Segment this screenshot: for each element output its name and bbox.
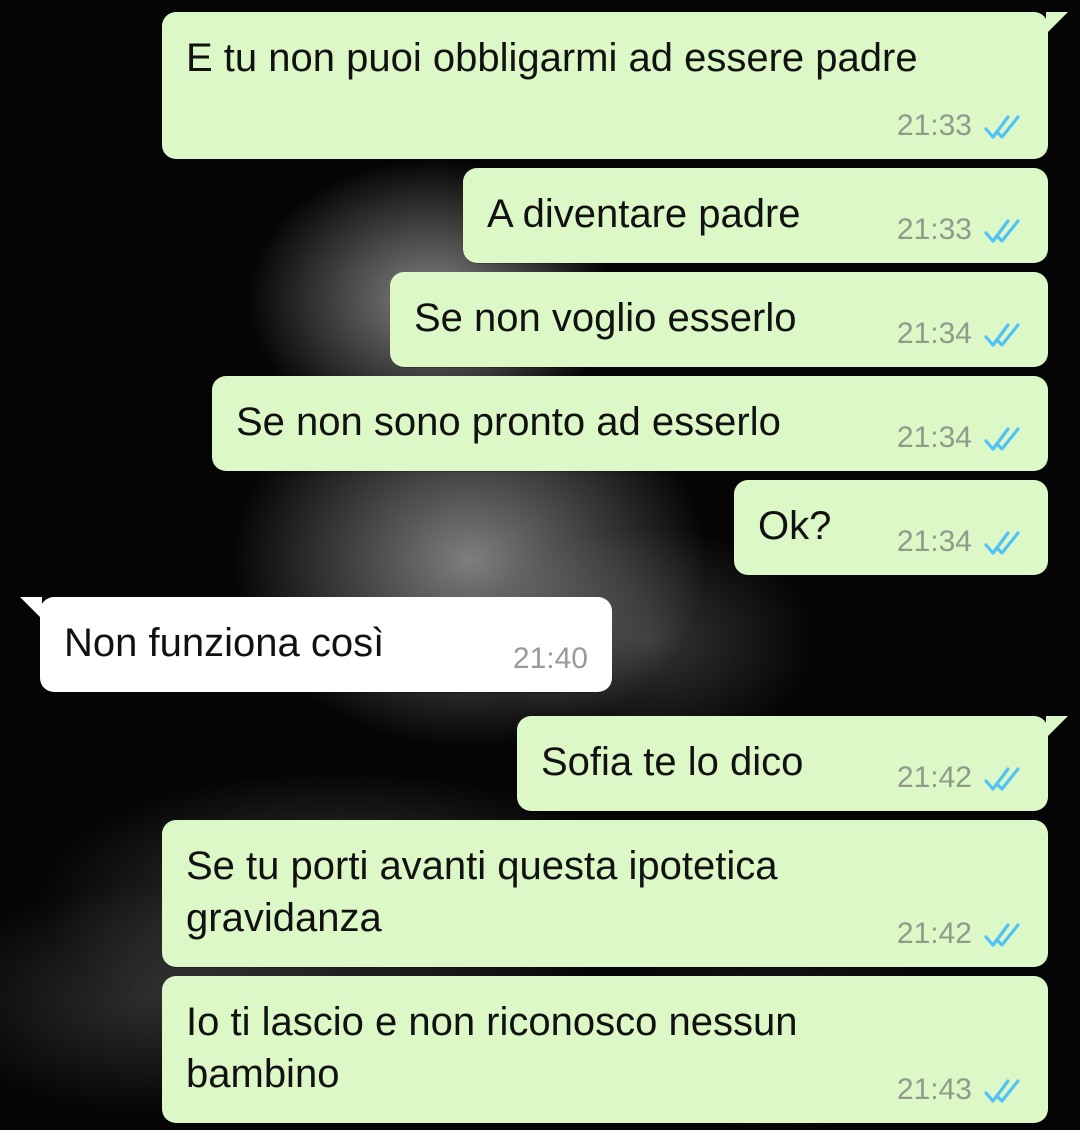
double-check-read-icon [984,321,1024,349]
outgoing-message-bubble[interactable]: E tu non puoi obbligarmi ad essere padre… [162,12,1068,159]
message-text: A diventare padre [487,192,801,236]
message-text: E tu non puoi obbligarmi ad essere padre [186,36,918,80]
outgoing-message-bubble[interactable]: Se tu porti avanti questa ipotetica grav… [162,820,1048,967]
message-time: 21:33 [896,213,972,246]
message-time: 21:34 [896,421,972,454]
message-time: 21:40 [512,642,588,675]
message-text: Ok? [758,504,832,548]
message-time: 21:42 [896,917,972,950]
double-check-read-icon [984,113,1024,141]
message-time: 21:43 [896,1073,972,1106]
outgoing-message-bubble[interactable]: Se non sono pronto ad esserlo 21:34 [212,376,1048,471]
double-check-read-icon [984,425,1024,453]
double-check-read-icon [984,921,1024,949]
double-check-read-icon [984,529,1024,557]
message-text: Non funziona così [64,621,385,665]
incoming-message-bubble[interactable]: Non funziona così 21:40 [20,597,612,692]
message-time: 21:34 [896,525,972,558]
outgoing-message-bubble[interactable]: Io ti lascio e non riconosco nessun bamb… [162,976,1048,1123]
outgoing-message-bubble[interactable]: Se non voglio esserlo 21:34 [390,272,1048,367]
double-check-read-icon [984,217,1024,245]
message-text: Se non sono pronto ad esserlo [236,400,781,444]
double-check-read-icon [984,1077,1024,1105]
message-text: Io ti lascio e non riconosco nessun bamb… [186,1000,798,1096]
message-time: 21:33 [896,109,972,142]
message-text: Se tu porti avanti questa ipotetica grav… [186,844,778,940]
outgoing-message-bubble[interactable]: A diventare padre 21:33 [463,168,1048,263]
outgoing-message-bubble[interactable]: Ok? 21:34 [734,480,1048,575]
double-check-read-icon [984,765,1024,793]
message-time: 21:42 [896,761,972,794]
message-text: Se non voglio esserlo [414,296,797,340]
message-time: 21:34 [896,317,972,350]
outgoing-message-bubble[interactable]: Sofia te lo dico 21:42 [517,716,1068,811]
message-text: Sofia te lo dico [541,740,804,784]
